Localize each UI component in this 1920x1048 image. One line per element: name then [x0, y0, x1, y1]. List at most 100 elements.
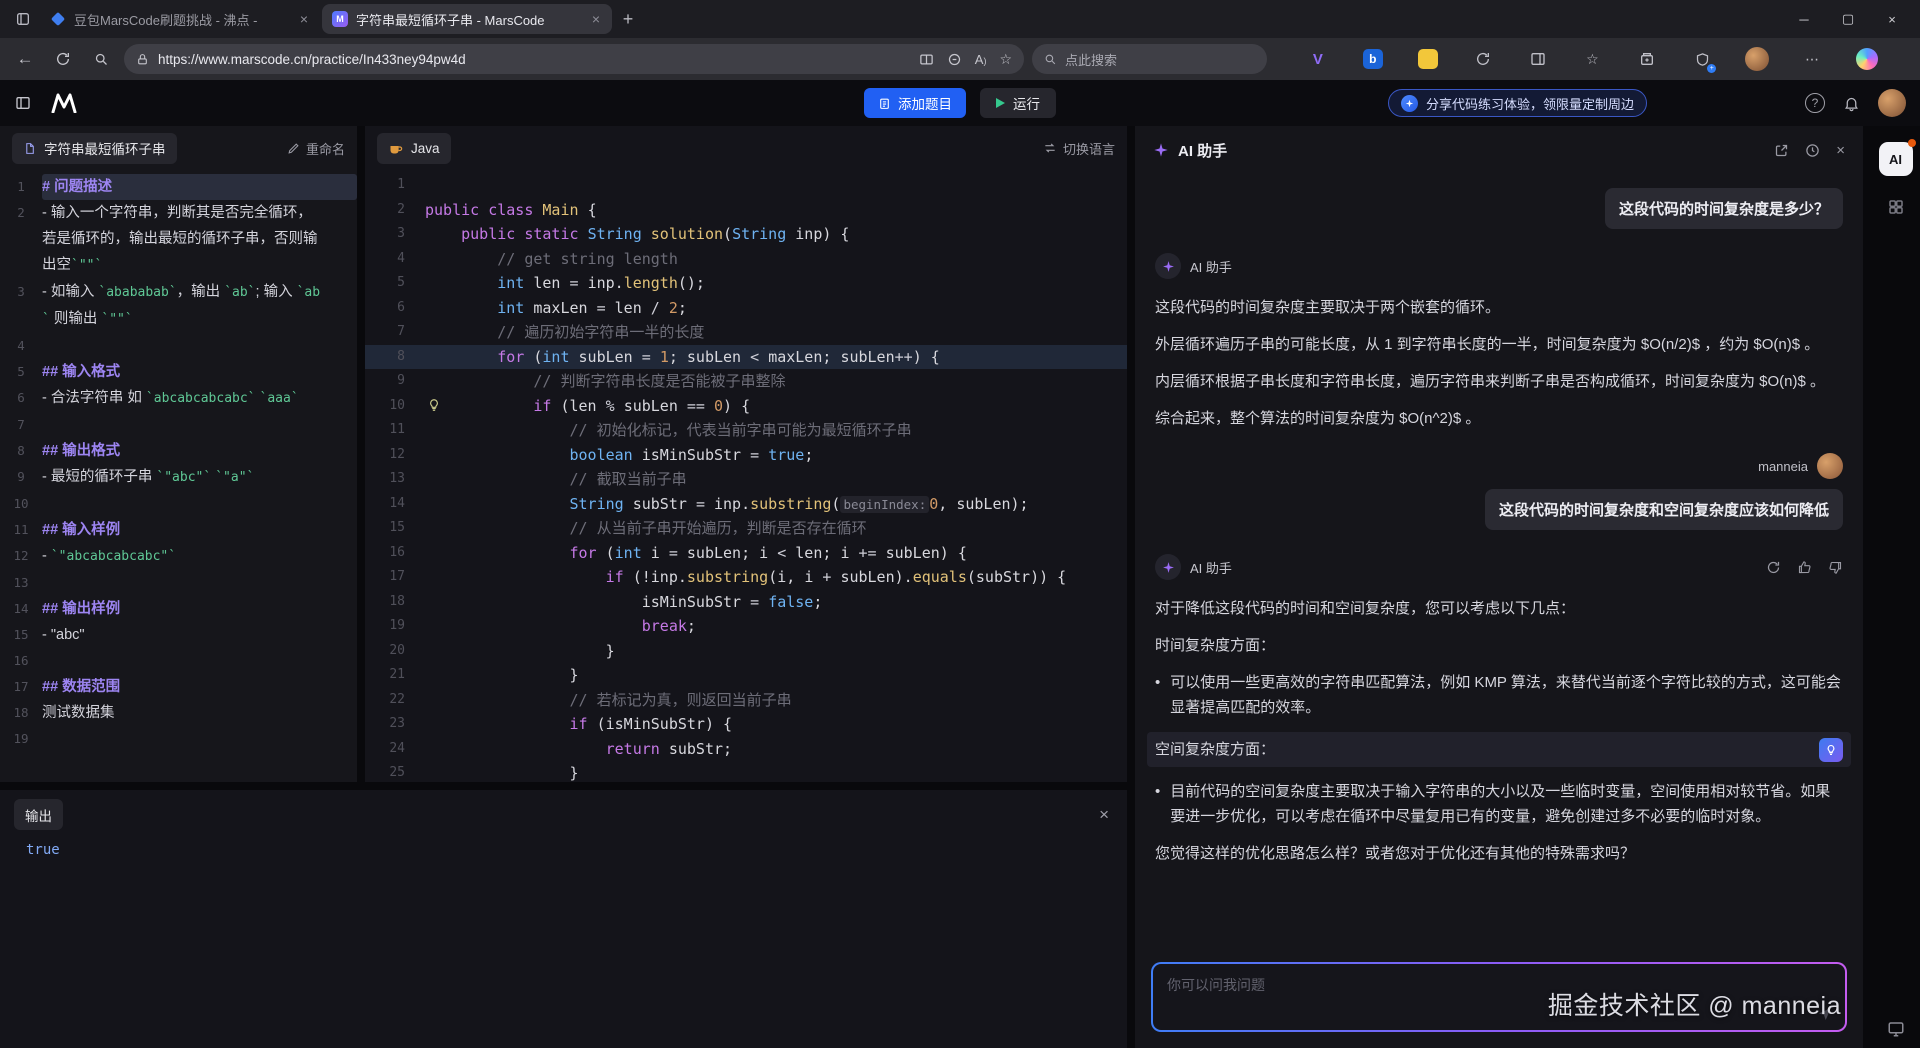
code-line[interactable]: 21 }: [365, 663, 1127, 688]
code-line[interactable]: 11 // 初始化标记，代表当前字串可能为最短循环子串: [365, 418, 1127, 443]
output-tab[interactable]: 输出: [14, 799, 63, 830]
split-screen-icon[interactable]: [919, 52, 934, 67]
problem-line[interactable]: 12- `"abcabcabcabc"`: [0, 543, 357, 570]
run-button[interactable]: 运行: [980, 88, 1056, 118]
regenerate-icon[interactable]: [1766, 560, 1781, 575]
ai-panel-close-icon[interactable]: ×: [1836, 142, 1845, 159]
code-line[interactable]: 9 // 判断字符串长度是否能被子串整除: [365, 369, 1127, 394]
window-maximize-icon[interactable]: ▢: [1826, 2, 1870, 36]
back-icon[interactable]: ←: [10, 44, 40, 74]
problem-line[interactable]: 6- 合法字符串 如 `abcabcabcabc` `aaa`: [0, 385, 357, 412]
thumbs-down-icon[interactable]: [1828, 560, 1843, 575]
thumbs-up-icon[interactable]: [1797, 560, 1812, 575]
extension-v-icon[interactable]: V: [1306, 47, 1330, 71]
send-icon[interactable]: [1817, 1006, 1833, 1022]
code-line[interactable]: 6 int maxLen = len / 2;: [365, 296, 1127, 321]
browser-tab-juejin[interactable]: 豆包MarsCode刷题挑战 - 沸点 - ×: [40, 4, 320, 34]
code-line[interactable]: 23 if (isMinSubStr) {: [365, 712, 1127, 737]
monitor-icon[interactable]: [1887, 1020, 1905, 1038]
sync-icon[interactable]: [1471, 47, 1495, 71]
read-aloud-icon[interactable]: A): [975, 52, 987, 67]
code-line[interactable]: 13 // 截取当前子串: [365, 467, 1127, 492]
problem-line[interactable]: 5## 输入格式: [0, 359, 357, 385]
bing-extension-icon[interactable]: b: [1361, 47, 1385, 71]
promo-badge[interactable]: 分享代码练习体验，领限量定制周边: [1388, 89, 1647, 117]
code-line[interactable]: 19 break;: [365, 614, 1127, 639]
code-line[interactable]: 10 if (len % subLen == 0) {: [365, 394, 1127, 419]
browser-profile-avatar[interactable]: [1745, 47, 1769, 71]
problem-line[interactable]: 8## 输出格式: [0, 438, 357, 464]
problem-line[interactable]: 11## 输入样例: [0, 517, 357, 543]
code-line[interactable]: 3 public static String solution(String i…: [365, 222, 1127, 247]
quick-search-box[interactable]: 点此搜索: [1032, 44, 1267, 74]
code-line[interactable]: 8 for (int subLen = 1; subLen < maxLen; …: [365, 345, 1127, 370]
switch-language-button[interactable]: 切换语言: [1043, 139, 1115, 158]
notifications-bell-icon[interactable]: [1843, 95, 1860, 112]
side-panel-icon[interactable]: [1526, 47, 1550, 71]
problem-title-chip[interactable]: 字符串最短循环子串: [12, 133, 177, 164]
problem-line[interactable]: 7: [0, 412, 357, 438]
user-avatar[interactable]: [1878, 89, 1906, 117]
marscode-logo[interactable]: [50, 93, 78, 113]
window-close-icon[interactable]: ×: [1870, 2, 1914, 36]
problem-line[interactable]: 16: [0, 648, 357, 674]
code-line[interactable]: 17 if (!inp.substring(i, i + subLen).equ…: [365, 565, 1127, 590]
user-message-bubble[interactable]: 这段代码的时间复杂度和空间复杂度应该如何降低: [1485, 489, 1843, 530]
problem-line[interactable]: 1# 问题描述: [0, 174, 357, 200]
tab-close-icon[interactable]: ×: [590, 11, 602, 27]
code-line[interactable]: 5 int len = inp.length();: [365, 271, 1127, 296]
sidebar-toggle-icon[interactable]: [14, 95, 32, 111]
refresh-icon[interactable]: [48, 44, 78, 74]
problem-line[interactable]: 18测试数据集: [0, 700, 357, 726]
history-clock-icon[interactable]: [1805, 143, 1820, 158]
problem-line[interactable]: 15- "abc": [0, 622, 357, 648]
code-line[interactable]: 4 // get string length: [365, 247, 1127, 272]
apps-grid-icon[interactable]: [1887, 198, 1905, 216]
output-close-icon[interactable]: ×: [1099, 805, 1109, 825]
chat-input-box[interactable]: [1151, 962, 1847, 1032]
help-icon[interactable]: ?: [1805, 93, 1825, 113]
privacy-shield-icon[interactable]: +: [1690, 47, 1714, 71]
problem-line[interactable]: 3- 如输入 `abababab`，输出 `ab`; 输入 `ab` 则输出 `…: [0, 279, 357, 333]
toolbar-search-icon[interactable]: [86, 44, 116, 74]
code-line[interactable]: 1: [365, 173, 1127, 198]
code-line[interactable]: 7 // 遍历初始字符串一半的长度: [365, 320, 1127, 345]
code-line[interactable]: 12 boolean isMinSubStr = true;: [365, 443, 1127, 468]
problem-line[interactable]: 19: [0, 726, 357, 752]
tab-close-icon[interactable]: ×: [298, 11, 310, 27]
problem-line[interactable]: 4: [0, 333, 357, 359]
code-line[interactable]: 25 }: [365, 761, 1127, 782]
editor-language-tab[interactable]: Java: [377, 133, 451, 164]
problem-line[interactable]: 13: [0, 570, 357, 596]
user-message-bubble[interactable]: 这段代码的时间复杂度是多少？: [1605, 188, 1843, 229]
yellow-extension-icon[interactable]: [1416, 47, 1440, 71]
collections-icon[interactable]: [1635, 47, 1659, 71]
ai-launcher-button[interactable]: AI: [1879, 142, 1913, 176]
code-line[interactable]: 15 // 从当前子串开始遍历，判断是否存在循环: [365, 516, 1127, 541]
code-line[interactable]: 14 String subStr = inp.substring(beginIn…: [365, 492, 1127, 517]
more-options-icon[interactable]: ⋯: [1800, 47, 1824, 71]
problem-line[interactable]: 10: [0, 491, 357, 517]
code-line[interactable]: 22 // 若标记为真，则返回当前子串: [365, 688, 1127, 713]
window-minimize-icon[interactable]: ─: [1782, 2, 1826, 36]
code-line[interactable]: 2public class Main {: [365, 198, 1127, 223]
favorites-bar-icon[interactable]: ☆: [1580, 47, 1604, 71]
code-line[interactable]: 24 return subStr;: [365, 737, 1127, 762]
favorite-star-icon[interactable]: ☆: [999, 51, 1012, 68]
open-in-window-icon[interactable]: [1774, 143, 1789, 158]
insert-suggestion-icon[interactable]: [1819, 738, 1843, 762]
browser-tab-marscode[interactable]: M 字符串最短循环子串 - MarsCode ×: [322, 4, 612, 34]
tab-workspaces-icon[interactable]: [6, 5, 40, 33]
copilot-icon[interactable]: [1855, 47, 1879, 71]
address-bar[interactable]: https://www.marscode.cn/practice/In433ne…: [124, 44, 1024, 74]
add-problem-button[interactable]: 添加题目: [864, 88, 966, 118]
problem-line[interactable]: 17## 数据范围: [0, 674, 357, 700]
problem-line[interactable]: 2- 输入一个字符串，判断其是否完全循环，若是循环的，输出最短的循环子串，否则输…: [0, 200, 357, 279]
code-line[interactable]: 20 }: [365, 639, 1127, 664]
code-line[interactable]: 16 for (int i = subLen; i < len; i += su…: [365, 541, 1127, 566]
reader-mode-icon[interactable]: [947, 52, 962, 67]
problem-line[interactable]: 14## 输出样例: [0, 596, 357, 622]
rename-button[interactable]: 重命名: [287, 139, 345, 158]
code-line[interactable]: 18 isMinSubStr = false;: [365, 590, 1127, 615]
chat-input[interactable]: [1153, 964, 1845, 1030]
